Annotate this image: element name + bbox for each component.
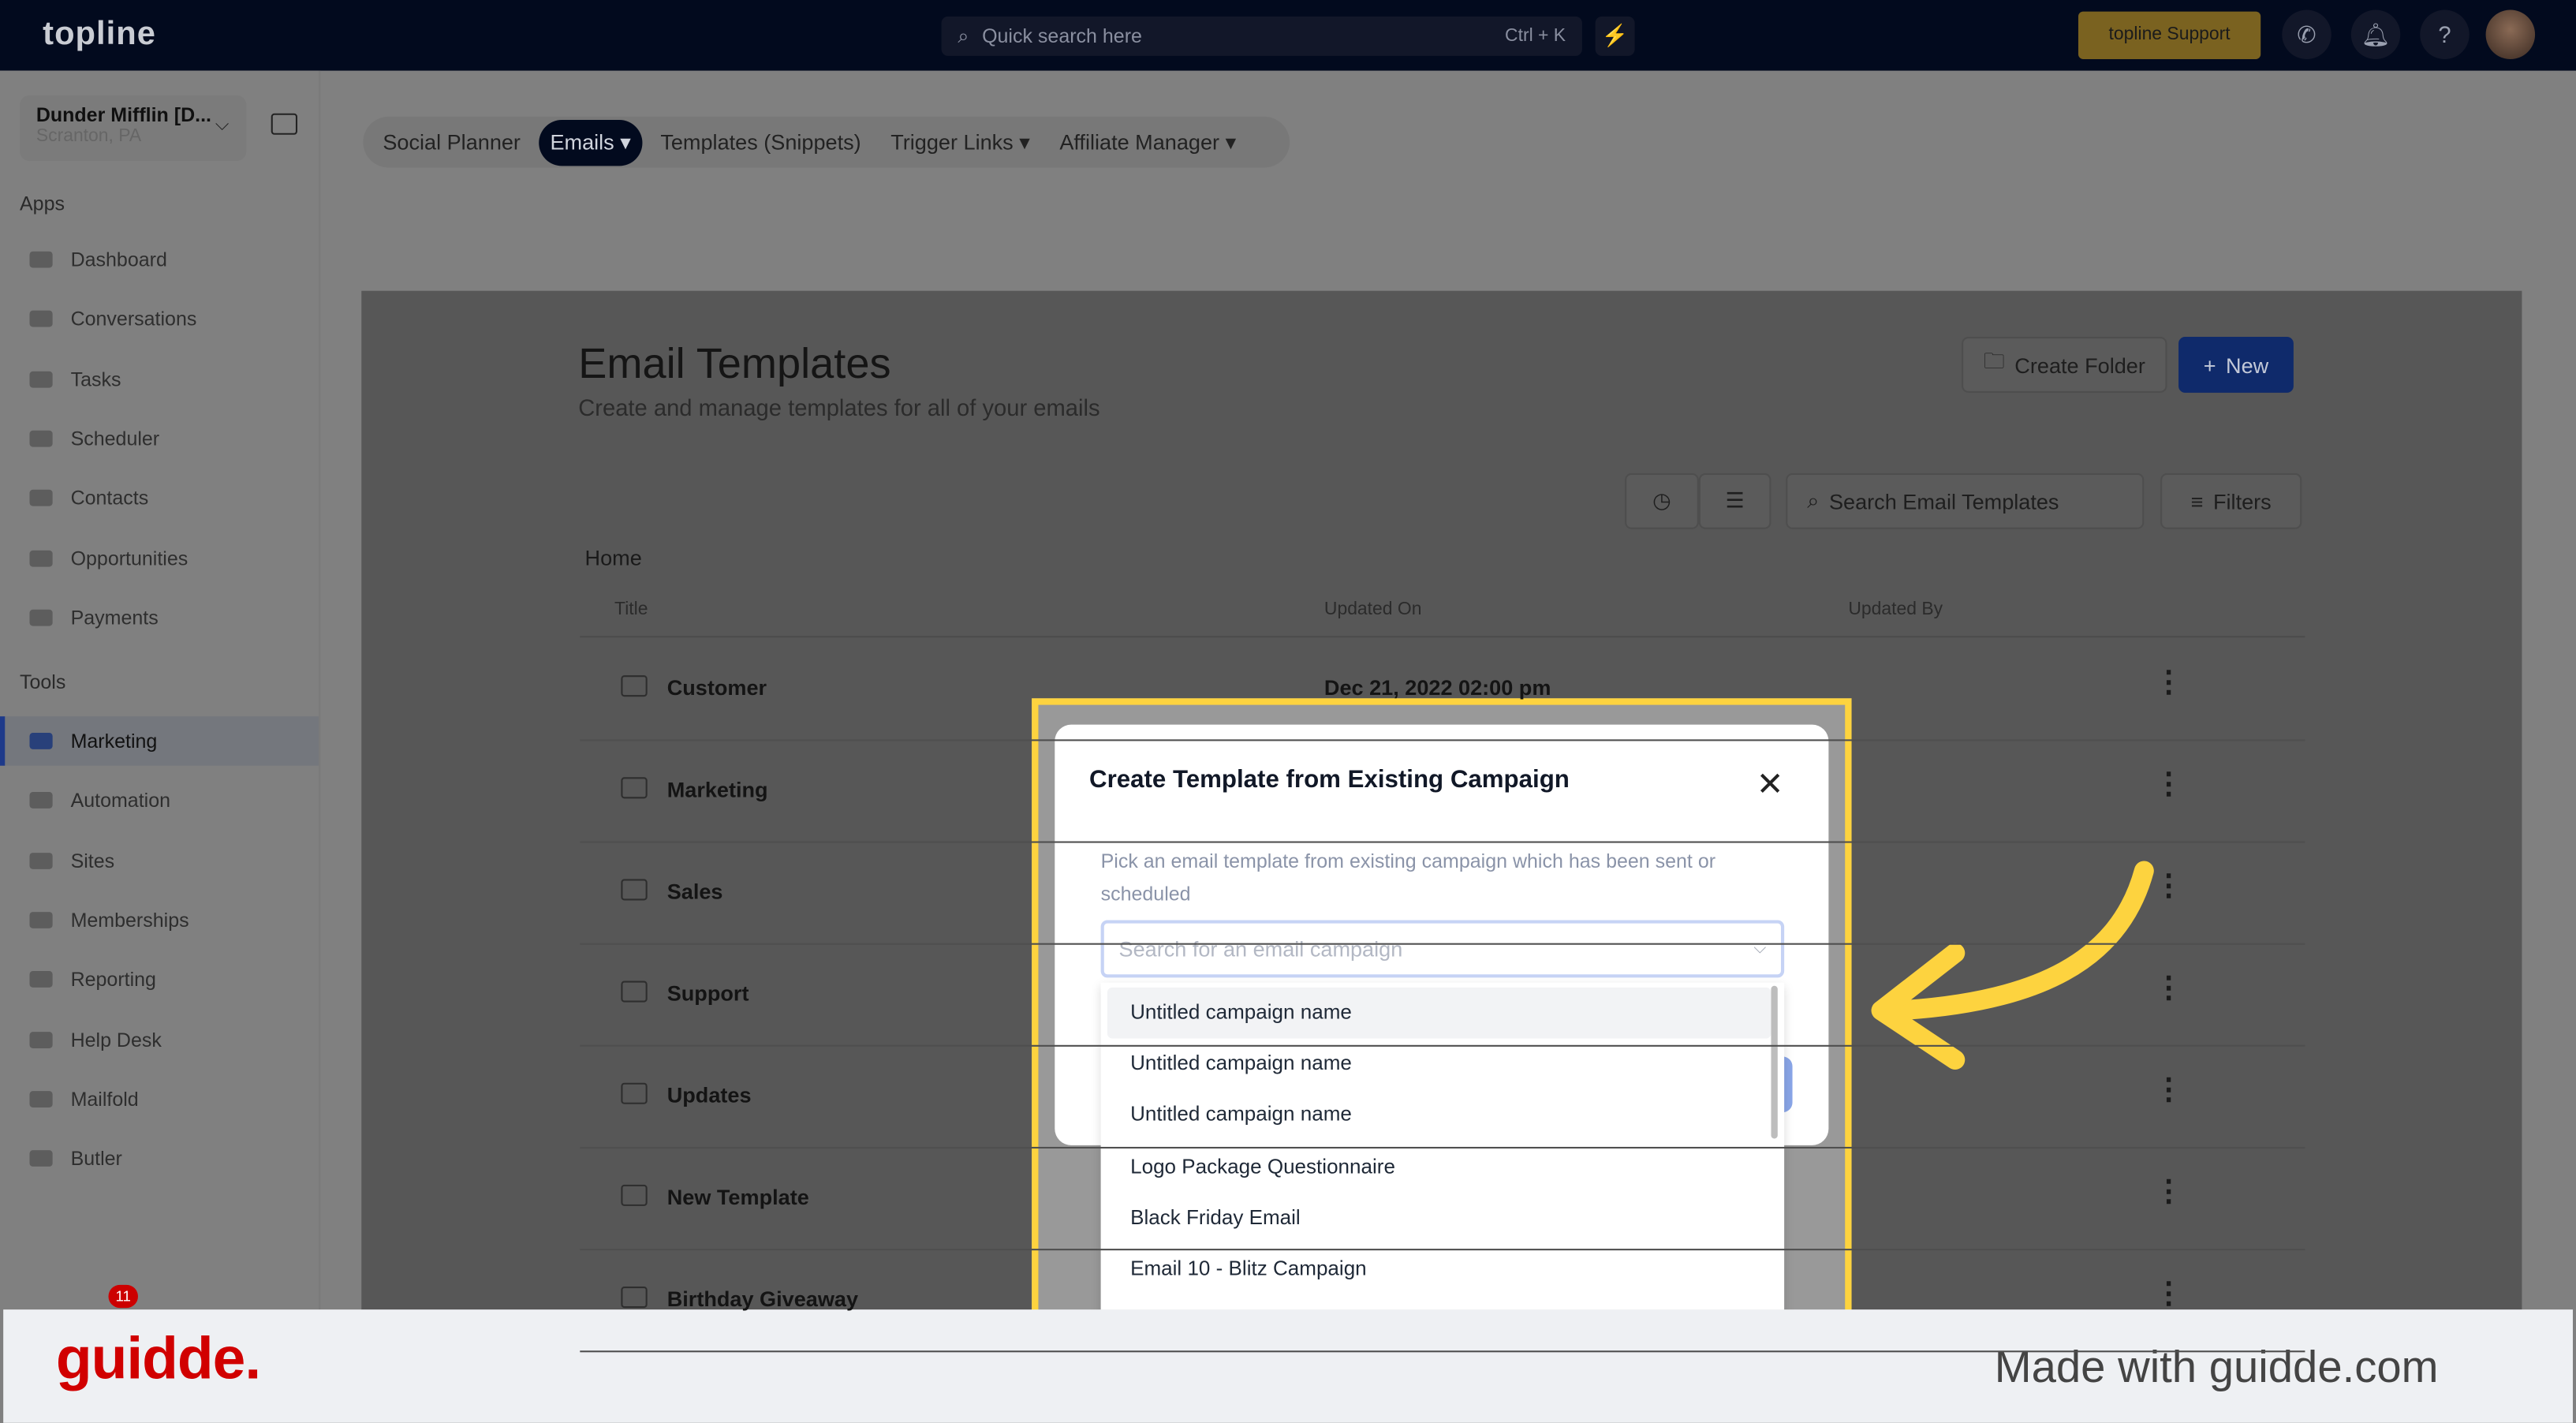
apps-heading: Apps [19,192,65,215]
template-icon [621,1286,648,1309]
more-options-icon[interactable]: ⋮ [2154,1073,2183,1107]
more-options-icon[interactable]: ⋮ [2154,971,2183,1006]
sites-icon [29,852,53,869]
reporting-icon [29,971,53,988]
phone-icon[interactable]: ✆ [2282,9,2331,59]
folder-icon [621,675,648,697]
sidebar-toggle-icon[interactable] [271,113,298,135]
marketing-tabs: Social Planner Emails ▾ Templates (Snippet… [363,116,1290,168]
sidebar-item-tasks[interactable]: Tasks [0,354,319,403]
sidebar-item-automation[interactable]: Automation [0,776,319,825]
conversations-icon [29,311,53,328]
tab-3[interactable]: Trigger Links ▾ [879,119,1042,165]
tab-2[interactable]: Templates (Snippets) [649,120,873,164]
sidebar-item-butler[interactable]: Butler [0,1134,319,1182]
tab-4[interactable]: Affiliate Manager ▾ [1048,119,1248,165]
campaign-option[interactable]: Logo Package Questionnaire [1107,1141,1771,1193]
bell-icon[interactable]: 🔔︎ [2350,9,2401,59]
tab-0[interactable]: Social Planner [371,120,532,164]
new-button[interactable]: + New [2178,337,2294,393]
folder-icon [621,879,648,901]
filter-icon: ≡ [2190,488,2204,514]
automation-icon [29,792,53,809]
plus-icon: + [2203,352,2216,378]
lightning-icon[interactable]: ⚡ [1595,16,1635,56]
sidebar-item-memberships[interactable]: Memberships [0,895,319,944]
sidebar-item-sites[interactable]: Sites [0,835,319,884]
payments-icon [29,609,53,626]
table-row[interactable]: Sales ⋮ [580,843,2305,945]
account-switcher[interactable]: Dunder Mifflin [D... Scranton, PA [19,95,247,162]
notification-badge[interactable]: 11 [108,1284,138,1309]
sidebar-item-scheduler[interactable]: Scheduler [0,414,319,463]
table-row[interactable]: Marketing ⋮ [580,741,2305,843]
folder-icon [621,1082,648,1104]
table-header: Title Updated On Updated By [580,585,2305,638]
breadcrumb[interactable]: Home [585,546,642,570]
search-icon: ⌕ [1807,487,1820,513]
list-view-icon[interactable]: ☰ [1698,472,1771,529]
more-options-icon[interactable]: ⋮ [2154,1175,2183,1209]
quick-search-input[interactable]: ⌕ Quick search here Ctrl + K [941,16,1582,56]
sidebar-item-help-desk[interactable]: Help Desk [0,1014,319,1063]
sidebar-item-marketing[interactable]: Marketing [0,716,319,766]
sidebar-item-opportunities[interactable]: Opportunities [0,533,319,582]
mailfold-icon [29,1090,53,1107]
folder-icon [621,980,648,1003]
clock-icon[interactable]: ◷ [1625,472,1699,529]
support-button[interactable]: topline Support [2078,11,2261,59]
help-desk-icon [29,1031,53,1048]
folder-icon: 🗀 [1983,348,2005,373]
chevron-down-icon: ⌵ [215,114,230,135]
page-subtitle: Create and manage templates for all of y… [578,394,1100,421]
more-options-icon[interactable]: ⋮ [2154,666,2183,700]
contacts-icon [29,490,53,506]
campaign-option[interactable]: Untitled campaign name [1107,1039,1771,1090]
sidebar-item-mailfold[interactable]: Mailfold [0,1074,319,1123]
more-options-icon[interactable]: ⋮ [2154,768,2183,802]
template-icon [621,1184,648,1206]
scheduler-icon [29,430,53,447]
butler-icon [29,1150,53,1167]
page-title: Email Templates [578,338,891,388]
opportunities-icon [29,549,53,566]
filters-button[interactable]: ≡ Filters [2160,472,2302,529]
campaign-option[interactable]: Black Friday Email [1107,1193,1771,1244]
campaign-option[interactable]: Untitled campaign name [1107,987,1771,1039]
sidebar-item-contacts[interactable]: Contacts [0,473,319,522]
campaign-option[interactable]: Email 10 - Blitz Campaign [1107,1244,1771,1295]
sidebar-item-reporting[interactable]: Reporting [0,955,319,1004]
avatar[interactable] [2485,9,2536,59]
sidebar-item-dashboard[interactable]: Dashboard [0,235,319,284]
guidde-logo: guidde. [55,1324,261,1392]
memberships-icon [29,911,53,928]
search-templates-input[interactable]: ⌕ Search Email Templates [1786,472,2145,529]
sidebar-item-conversations[interactable]: Conversations [0,294,319,343]
topline-logo[interactable]: topline [43,17,156,54]
search-icon: ⌕ [958,24,969,47]
help-icon[interactable]: ? [2420,9,2470,59]
tasks-icon [29,370,53,387]
marketing-icon [29,733,53,749]
dashboard-icon [29,251,53,268]
more-options-icon[interactable]: ⋮ [2154,869,2183,904]
more-options-icon[interactable]: ⋮ [2154,1276,2183,1311]
tools-heading: Tools [19,670,66,694]
sidebar-item-payments[interactable]: Payments [0,593,319,642]
tab-1[interactable]: Emails ▾ [538,119,643,166]
create-folder-button[interactable]: 🗀 Create Folder [1962,337,2167,393]
table-row[interactable]: Customer Dec 21, 2022 02:00 pm ⋮ [580,639,2305,741]
folder-icon [621,777,648,799]
campaign-option[interactable]: Untitled campaign name [1107,1090,1771,1141]
